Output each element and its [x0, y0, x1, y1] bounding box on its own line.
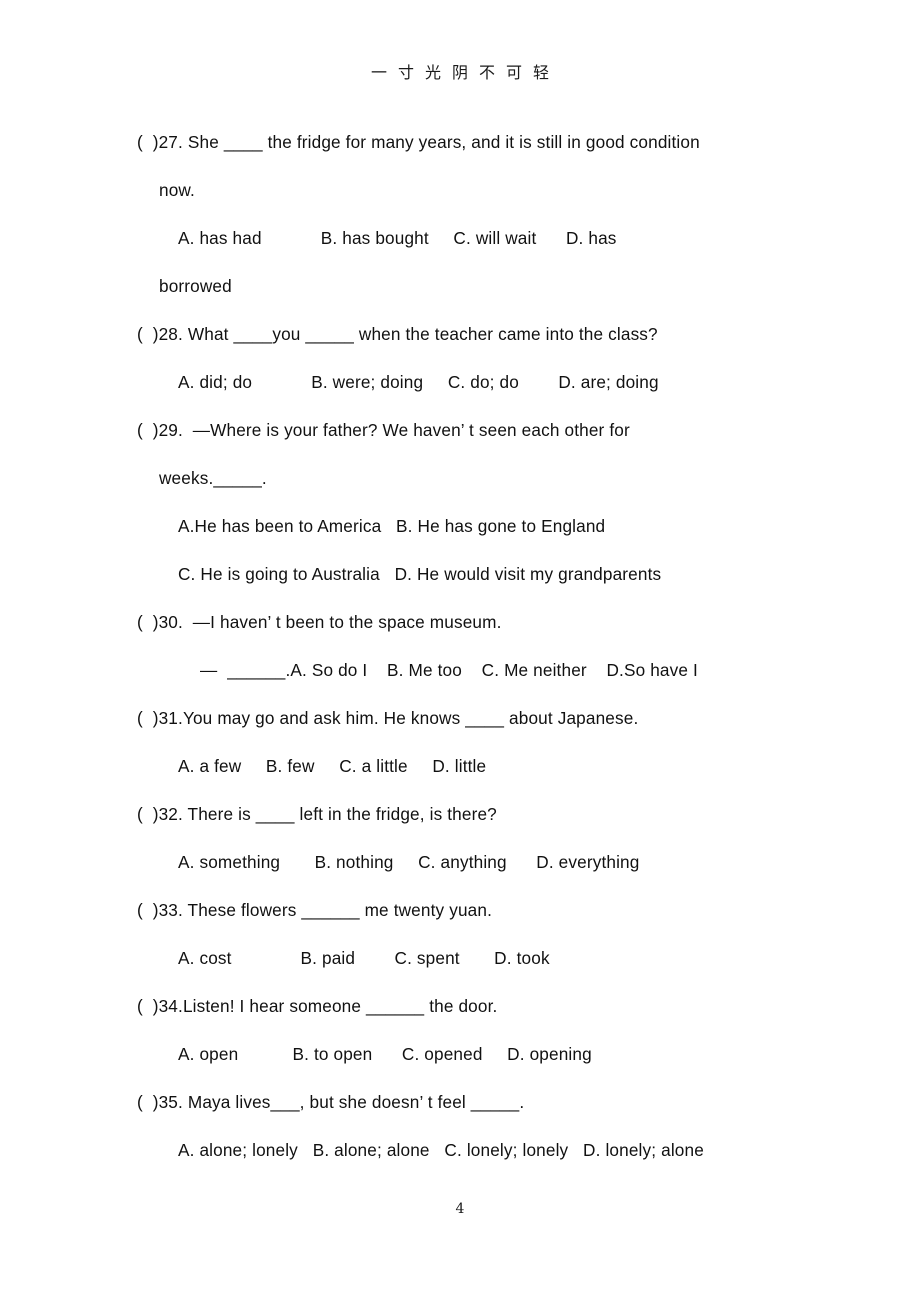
text-line: A. something B. nothing C. anything D. e… — [178, 852, 640, 872]
page-header: 一寸光阴不可轻 — [370, 63, 560, 82]
text-line: ( )28. What ____you _____ when the teach… — [137, 324, 658, 344]
text-line: A. has had B. has bought C. will wait D.… — [178, 228, 617, 248]
text-line: ( )27. She ____ the fridge for many year… — [137, 132, 700, 152]
text-line: ( )29. —Where is your father? We haven’ … — [137, 420, 630, 440]
text-line: weeks._____. — [159, 468, 267, 488]
text-line: ( )34.Listen! I hear someone ______ the … — [137, 996, 498, 1016]
text-line: A. a few B. few C. a little D. little — [178, 756, 487, 776]
text-line: ( )32. There is ____ left in the fridge,… — [137, 804, 497, 824]
text-line: A.He has been to America B. He has gone … — [178, 516, 606, 536]
text-line: ( )30. —I haven’ t been to the space mus… — [137, 612, 502, 632]
text-line: borrowed — [159, 276, 232, 296]
text-line: now. — [159, 180, 195, 200]
document-page: 一寸光阴不可轻 ( )27. She ____ the fridge for m… — [0, 0, 920, 1302]
text-line: ( )35. Maya lives___, but she doesn’ t f… — [137, 1092, 525, 1112]
text-line: ( )33. These flowers ______ me twenty yu… — [137, 900, 492, 920]
text-line: — ______.A. So do I B. Me too C. Me neit… — [200, 660, 698, 680]
question-body: ( )27. She ____ the fridge for many year… — [137, 118, 797, 1174]
page-number: 4 — [455, 1201, 465, 1217]
text-line: A. alone; lonely B. alone; alone C. lone… — [178, 1140, 704, 1160]
text-line: ( )31.You may go and ask him. He knows _… — [137, 708, 639, 728]
text-line: A. open B. to open C. opened D. opening — [178, 1044, 592, 1064]
text-line: C. He is going to Australia D. He would … — [178, 564, 662, 584]
text-line: A. did; do B. were; doing C. do; do D. a… — [178, 372, 659, 392]
text-line: A. cost B. paid C. spent D. took — [178, 948, 550, 968]
